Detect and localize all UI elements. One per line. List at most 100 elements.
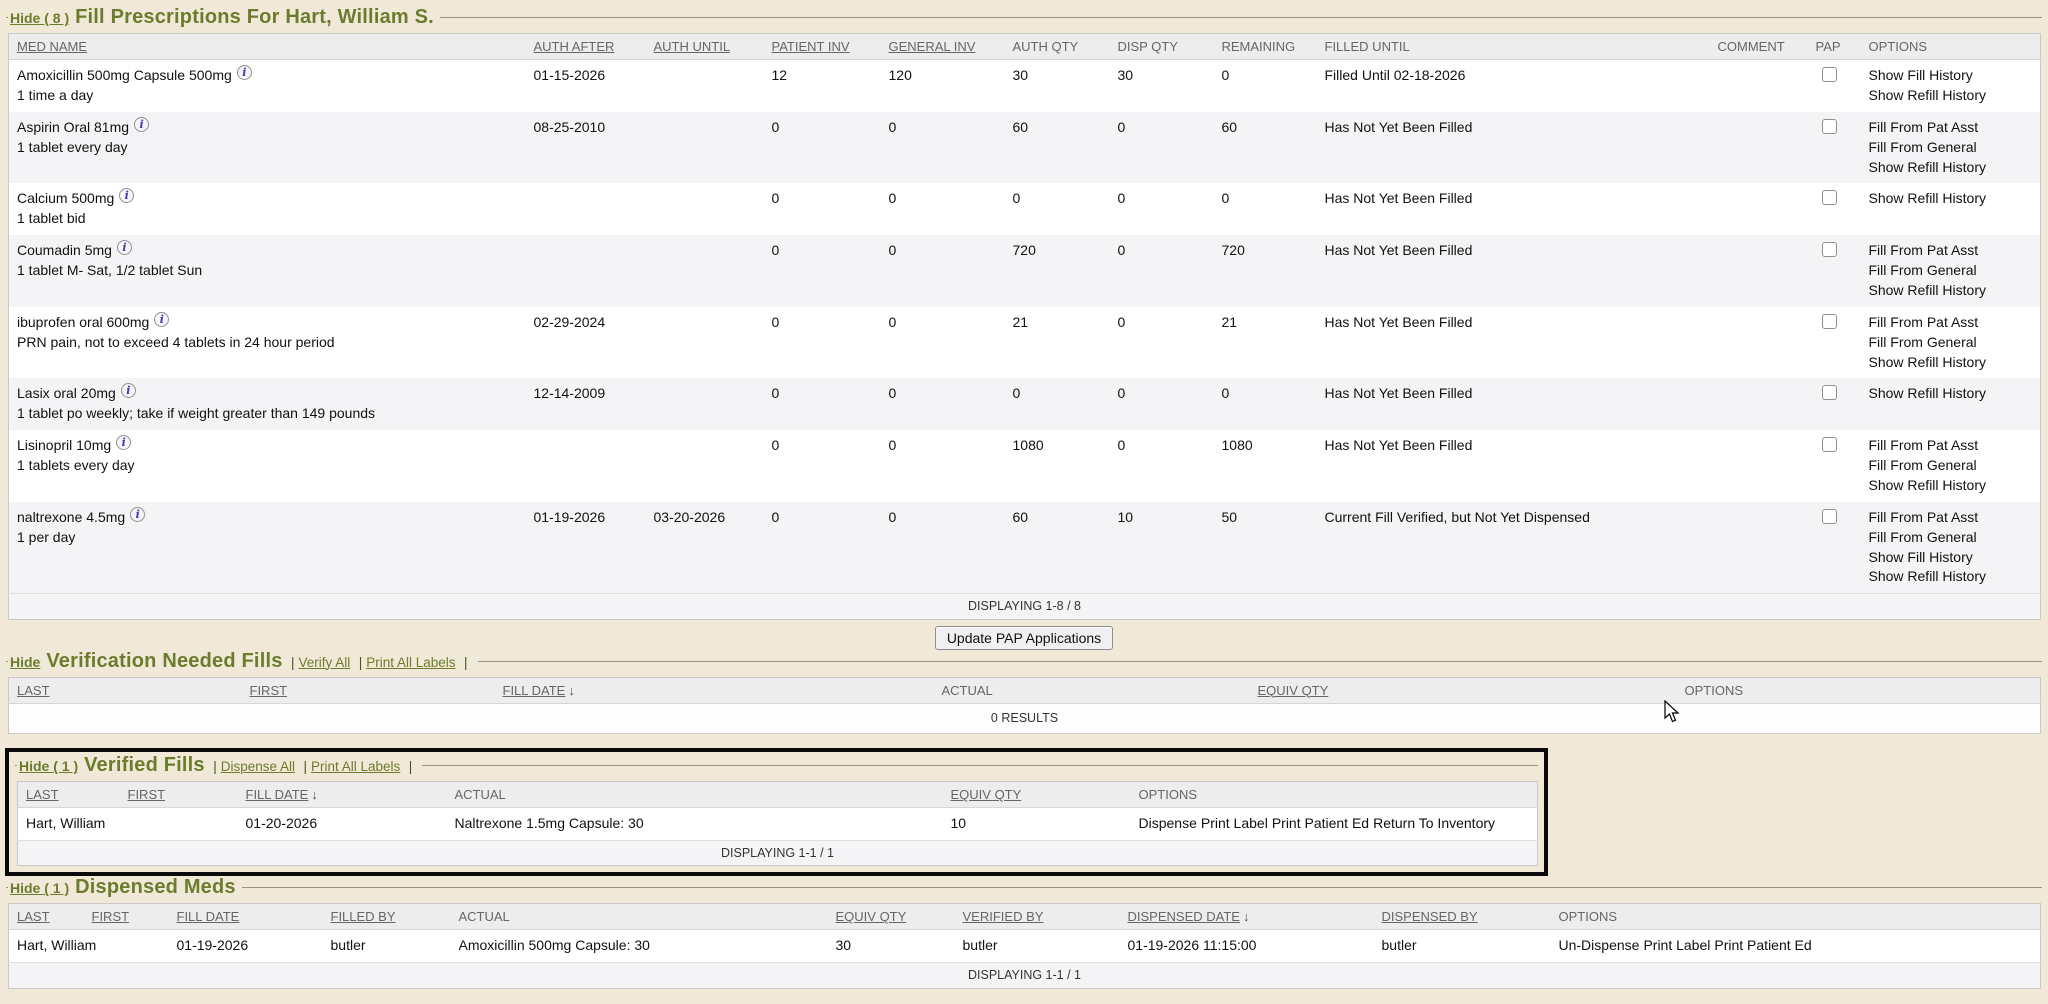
- med-name: naltrexone 4.5mg: [17, 509, 125, 525]
- fill-prescriptions-fieldset: Hide ( 8 )Fill Prescriptions For Hart, W…: [6, 6, 2042, 650]
- col-equiv-qty[interactable]: EQUIV QTY: [1250, 677, 1677, 703]
- option-link[interactable]: Fill From General: [1869, 456, 2033, 476]
- sort-desc-icon: ↓: [568, 683, 575, 698]
- med-instructions: 1 time a day: [17, 86, 518, 106]
- pap-checkbox[interactable]: [1822, 314, 1837, 329]
- pap-checkbox[interactable]: [1822, 242, 1837, 257]
- paging-row: DISPLAYING 1-1 / 1: [18, 841, 1538, 866]
- option-link[interactable]: Fill From Pat Asst: [1869, 436, 2033, 456]
- filled-until-cell: Has Not Yet Been Filled: [1317, 378, 1710, 430]
- option-link[interactable]: Fill From Pat Asst: [1869, 118, 2033, 138]
- filled-until-cell: Has Not Yet Been Filled: [1317, 307, 1710, 379]
- med-cell: Aspirin Oral 81mgi 1 tablet every day: [9, 112, 526, 184]
- option-link[interactable]: Fill From General: [1869, 333, 2033, 353]
- print-patient-ed-link[interactable]: Print Patient Ed: [1714, 937, 1811, 953]
- info-icon[interactable]: i: [119, 188, 134, 203]
- info-icon[interactable]: i: [134, 117, 149, 132]
- col-patient-inv[interactable]: PATIENT INV: [764, 34, 881, 60]
- option-link[interactable]: Show Refill History: [1869, 86, 2033, 106]
- table-header-row: LAST FIRST FILL DATE↓ ACTUAL EQUIV QTY O…: [9, 677, 2041, 703]
- info-icon[interactable]: i: [121, 383, 136, 398]
- col-dispensed-date[interactable]: DISPENSED DATE↓: [1120, 904, 1374, 930]
- col-fill-date[interactable]: FILL DATE: [169, 904, 323, 930]
- option-link[interactable]: Fill From Pat Asst: [1869, 508, 2033, 528]
- info-icon[interactable]: i: [237, 65, 252, 80]
- pap-checkbox[interactable]: [1822, 190, 1837, 205]
- option-link[interactable]: Show Refill History: [1869, 353, 2033, 373]
- table-row: Lasix oral 20mgi 1 tablet po weekly; tak…: [9, 378, 2041, 430]
- info-icon[interactable]: i: [116, 435, 131, 450]
- table-row: Aspirin Oral 81mgi 1 tablet every day 08…: [9, 112, 2041, 184]
- med-instructions: 1 tablet every day: [17, 138, 518, 158]
- filled-until-cell: Has Not Yet Been Filled: [1317, 112, 1710, 184]
- pap-checkbox[interactable]: [1822, 437, 1837, 452]
- option-link[interactable]: Show Refill History: [1869, 384, 2033, 404]
- col-actual: ACTUAL: [451, 904, 828, 930]
- option-link[interactable]: Show Refill History: [1869, 567, 2033, 587]
- col-auth-after[interactable]: AUTH AFTER: [526, 34, 646, 60]
- verify-all-link[interactable]: Verify All: [299, 655, 351, 670]
- auth-qty-cell: 60: [1005, 112, 1110, 184]
- col-last[interactable]: LAST: [9, 904, 84, 930]
- un-dispense-link[interactable]: Un-Dispense: [1559, 937, 1640, 953]
- col-filled-by[interactable]: FILLED BY: [323, 904, 451, 930]
- col-first[interactable]: FIRST: [84, 904, 169, 930]
- hide-toggle-link[interactable]: Hide ( 1 ): [10, 880, 69, 896]
- option-link[interactable]: Show Fill History: [1869, 66, 2033, 86]
- update-pap-applications-button[interactable]: Update PAP Applications: [935, 626, 1113, 650]
- col-med-name[interactable]: MED NAME: [9, 34, 526, 60]
- med-name: Calcium 500mg: [17, 190, 114, 206]
- return-to-inventory-link[interactable]: Return To Inventory: [1373, 815, 1495, 831]
- dispense-all-link[interactable]: Dispense All: [221, 759, 295, 774]
- print-label-link[interactable]: Print Label: [1643, 937, 1710, 953]
- info-icon[interactable]: i: [154, 312, 169, 327]
- col-equiv-qty[interactable]: EQUIV QTY: [828, 904, 955, 930]
- option-link[interactable]: Fill From General: [1869, 528, 2033, 548]
- med-instructions: 1 tablet po weekly; take if weight great…: [17, 404, 518, 424]
- info-icon[interactable]: i: [117, 240, 132, 255]
- hide-toggle-link[interactable]: Hide ( 8 ): [10, 10, 69, 26]
- col-fill-date[interactable]: FILL DATE↓: [238, 782, 447, 808]
- option-link[interactable]: Fill From General: [1869, 261, 2033, 281]
- pap-checkbox[interactable]: [1822, 509, 1837, 524]
- disp-qty-cell: 10: [1110, 502, 1214, 594]
- med-name: ibuprofen oral 600mg: [17, 314, 149, 330]
- print-all-labels-link[interactable]: Print All Labels: [311, 759, 400, 774]
- pap-checkbox[interactable]: [1822, 385, 1837, 400]
- table-row: Amoxicillin 500mg Capsule 500mgi 1 time …: [9, 60, 2041, 112]
- actual-cell: Naltrexone 1.5mg Capsule: 30: [447, 808, 943, 841]
- col-auth-until[interactable]: AUTH UNTIL: [646, 34, 764, 60]
- dispense-link[interactable]: Dispense: [1139, 815, 1197, 831]
- col-last[interactable]: LAST: [9, 677, 242, 703]
- col-dispensed-by[interactable]: DISPENSED BY: [1374, 904, 1551, 930]
- actual-cell: Amoxicillin 500mg Capsule: 30: [451, 930, 828, 963]
- print-all-labels-link[interactable]: Print All Labels: [366, 655, 455, 670]
- pap-checkbox[interactable]: [1822, 67, 1837, 82]
- option-link[interactable]: Fill From Pat Asst: [1869, 241, 2033, 261]
- pap-checkbox[interactable]: [1822, 119, 1837, 134]
- option-link[interactable]: Show Refill History: [1869, 158, 2033, 178]
- print-patient-ed-link[interactable]: Print Patient Ed: [1272, 815, 1369, 831]
- hide-toggle-link[interactable]: Hide: [10, 654, 40, 670]
- option-link[interactable]: Show Refill History: [1869, 189, 2033, 209]
- option-link[interactable]: Show Refill History: [1869, 281, 2033, 301]
- col-equiv-qty[interactable]: EQUIV QTY: [943, 782, 1131, 808]
- option-link[interactable]: Fill From Pat Asst: [1869, 313, 2033, 333]
- option-link[interactable]: Show Fill History: [1869, 548, 2033, 568]
- col-first[interactable]: FIRST: [120, 782, 238, 808]
- col-last[interactable]: LAST: [18, 782, 120, 808]
- filled-until-cell: Current Fill Verified, but Not Yet Dispe…: [1317, 502, 1710, 594]
- col-general-inv[interactable]: GENERAL INV: [881, 34, 1005, 60]
- hide-toggle-link[interactable]: Hide ( 1 ): [19, 758, 78, 774]
- col-verified-by[interactable]: VERIFIED BY: [955, 904, 1120, 930]
- comment-cell: [1710, 378, 1808, 430]
- col-first[interactable]: FIRST: [242, 677, 495, 703]
- option-link[interactable]: Fill From General: [1869, 138, 2033, 158]
- dispensed-meds-legend: Hide ( 1 )Dispensed Meds: [8, 876, 242, 899]
- last-name-cell: Hart, William: [9, 930, 84, 963]
- info-icon[interactable]: i: [130, 507, 145, 522]
- general-inv-cell: 0: [881, 235, 1005, 307]
- print-label-link[interactable]: Print Label: [1201, 815, 1268, 831]
- option-link[interactable]: Show Refill History: [1869, 476, 2033, 496]
- col-fill-date[interactable]: FILL DATE↓: [495, 677, 934, 703]
